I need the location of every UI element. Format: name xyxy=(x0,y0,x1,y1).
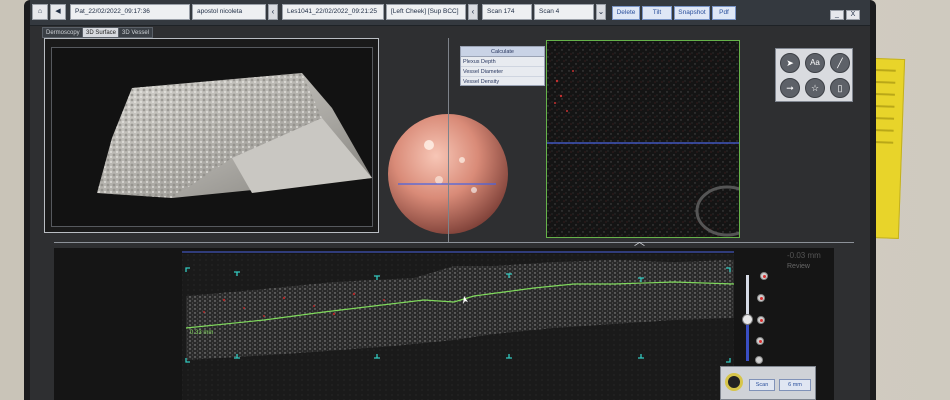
patient-name-field[interactable]: apostol nicoleta xyxy=(192,4,266,20)
bscan-view[interactable]: 0.33 mm xyxy=(54,248,834,400)
calculate-plexus-depth[interactable]: Plexus Depth xyxy=(461,57,544,67)
minimize-button[interactable]: _ xyxy=(830,10,844,20)
tab-3d-surface[interactable]: 3D Surface xyxy=(82,27,121,38)
surface-view[interactable] xyxy=(51,47,373,227)
depth-slider-upper xyxy=(746,275,749,315)
scan-knob-icon[interactable] xyxy=(725,373,743,391)
close-button[interactable]: X xyxy=(846,10,860,20)
pdf-button[interactable]: Pdf xyxy=(712,6,736,20)
chevron-left-icon[interactable]: ‹ xyxy=(268,4,278,20)
depth-label: 0.33 mm xyxy=(190,330,214,336)
ruler-icon[interactable]: ╱ xyxy=(830,53,850,73)
surface-view-panel xyxy=(44,38,379,233)
screen: ⌂ ◀ Pat_22/02/2022_09:17:36 apostol nico… xyxy=(30,0,870,400)
lesion-field[interactable]: Les1041_22/02/2022_09:21:25 xyxy=(282,4,384,20)
scan-field[interactable]: Scan 174 xyxy=(482,4,532,20)
delete-button[interactable]: Delete xyxy=(612,6,640,20)
layer-dot[interactable] xyxy=(755,356,763,364)
bookmark-icon[interactable]: ▯ xyxy=(830,78,850,98)
layer-dot[interactable] xyxy=(760,272,768,280)
text-icon[interactable]: Aa xyxy=(805,53,825,73)
layer-dot[interactable] xyxy=(757,294,765,302)
arrow-right-icon[interactable]: ➞ xyxy=(780,78,800,98)
scan-index-field[interactable]: Scan 4 xyxy=(534,4,594,20)
scan-control: Scan 6 mm xyxy=(720,366,816,400)
layer-selector xyxy=(752,270,776,370)
chevron-up-icon[interactable]: ︿ xyxy=(634,233,645,249)
star-icon[interactable]: ☆ xyxy=(805,78,825,98)
scan-length-select[interactable]: 6 mm xyxy=(779,379,811,391)
home-icon[interactable]: ⌂ xyxy=(32,4,48,20)
layer-dot[interactable] xyxy=(756,337,764,345)
enface-view[interactable] xyxy=(546,40,740,238)
calculate-vessel-density[interactable]: Vessel Density xyxy=(461,77,544,87)
panel-divider-horizontal[interactable] xyxy=(54,242,854,243)
chevron-left-icon[interactable]: ‹ xyxy=(468,4,478,20)
surface-render xyxy=(97,73,372,198)
bscan-render xyxy=(182,251,735,400)
patient-field[interactable]: Pat_22/02/2022_09:17:36 xyxy=(70,4,190,20)
layer-dot[interactable] xyxy=(757,316,765,324)
depth-readout: -0.03 mm xyxy=(787,251,821,260)
tab-3d-vessel[interactable]: 3D Vessel xyxy=(118,27,154,38)
chevron-down-icon[interactable]: ⌄ xyxy=(596,4,606,20)
calculate-vessel-diameter[interactable]: Vessel Diameter xyxy=(461,67,544,77)
review-label: Review xyxy=(787,263,810,270)
pointer-icon[interactable]: ➤ xyxy=(780,53,800,73)
tab-dermoscopy[interactable]: Dermoscopy xyxy=(42,27,84,38)
scan-button[interactable]: Scan xyxy=(749,379,775,391)
arrow-left-icon[interactable]: ◀ xyxy=(50,4,66,20)
panel-divider-vertical[interactable] xyxy=(448,38,449,243)
location-field[interactable]: [Left Cheek] [Sup BCC] xyxy=(386,4,466,20)
top-toolbar: ⌂ ◀ Pat_22/02/2022_09:17:36 apostol nico… xyxy=(30,0,870,26)
enface-render xyxy=(547,41,739,237)
calculate-header[interactable]: Calculate xyxy=(461,47,544,57)
calculate-menu: Calculate Plexus Depth Vessel Diameter V… xyxy=(460,46,545,86)
snapshot-button[interactable]: Snapshot xyxy=(674,6,710,20)
tilt-button[interactable]: Tilt xyxy=(642,6,672,20)
annotation-tools: ➤ Aa ╱ ➞ ☆ ▯ xyxy=(775,48,853,102)
